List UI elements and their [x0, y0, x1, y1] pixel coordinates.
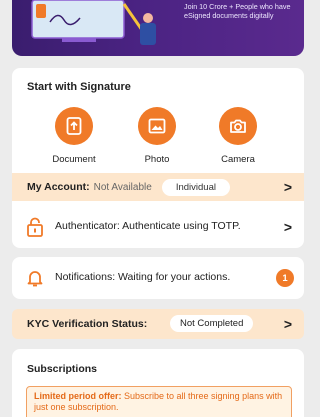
document-upload-icon: [55, 107, 93, 145]
authenticator-label: Authenticator:: [55, 220, 120, 232]
authenticator-description: Authenticate using TOTP.: [122, 220, 241, 232]
notification-count-badge: 1: [276, 269, 294, 287]
banner-text: Join 10 Crore + People who have eSigned …: [184, 2, 304, 20]
authenticator-text: Authenticator: Authenticate using TOTP.: [55, 220, 241, 232]
document-label: Document: [52, 154, 96, 165]
signing-illustration-icon: [31, 0, 156, 45]
subscriptions-card: Subscriptions Limited period offer: Subs…: [12, 349, 304, 417]
lock-icon: [27, 217, 43, 237]
my-account-status: Not Available: [93, 181, 152, 193]
photo-icon: [138, 107, 176, 145]
authenticator-row[interactable]: Authenticator: Authenticate using TOTP. …: [12, 206, 304, 248]
notifications-description: Waiting for your actions.: [118, 271, 231, 283]
chevron-right-icon: >: [283, 219, 292, 235]
document-button[interactable]: Document: [44, 107, 104, 165]
banner-line-1: Join 10 Crore + People who have: [184, 2, 291, 11]
subscriptions-title: Subscriptions: [27, 363, 98, 375]
photo-button[interactable]: Photo: [127, 107, 187, 165]
chevron-right-icon: >: [283, 179, 292, 195]
my-account-label: My Account:: [27, 181, 90, 193]
camera-label: Camera: [221, 154, 255, 165]
kyc-status-pill: Not Completed: [170, 315, 254, 332]
promo-banner[interactable]: Join 10 Crore + People who have eSigned …: [12, 0, 304, 56]
banner-line-2: eSigned documents digitally: [184, 11, 274, 20]
notifications-label: Notifications:: [55, 271, 116, 283]
notifications-text: Notifications: Waiting for your actions.: [55, 271, 230, 283]
chevron-right-icon: >: [283, 316, 292, 332]
my-account-row[interactable]: My Account: Not Available Individual >: [12, 173, 304, 201]
kyc-label: KYC Verification Status:: [27, 318, 148, 330]
limited-offer-box[interactable]: Limited period offer: Subscribe to all t…: [26, 386, 292, 417]
signature-section-title: Start with Signature: [27, 81, 131, 93]
camera-button[interactable]: Camera: [208, 107, 268, 165]
photo-label: Photo: [144, 154, 170, 165]
kyc-status-row[interactable]: KYC Verification Status: Not Completed >: [12, 309, 304, 339]
bell-icon: [27, 271, 43, 287]
camera-icon: [219, 107, 257, 145]
notifications-row[interactable]: Notifications: Waiting for your actions.…: [12, 257, 304, 299]
account-type-pill: Individual: [161, 178, 230, 196]
offer-heading: Limited period offer:: [34, 391, 122, 401]
